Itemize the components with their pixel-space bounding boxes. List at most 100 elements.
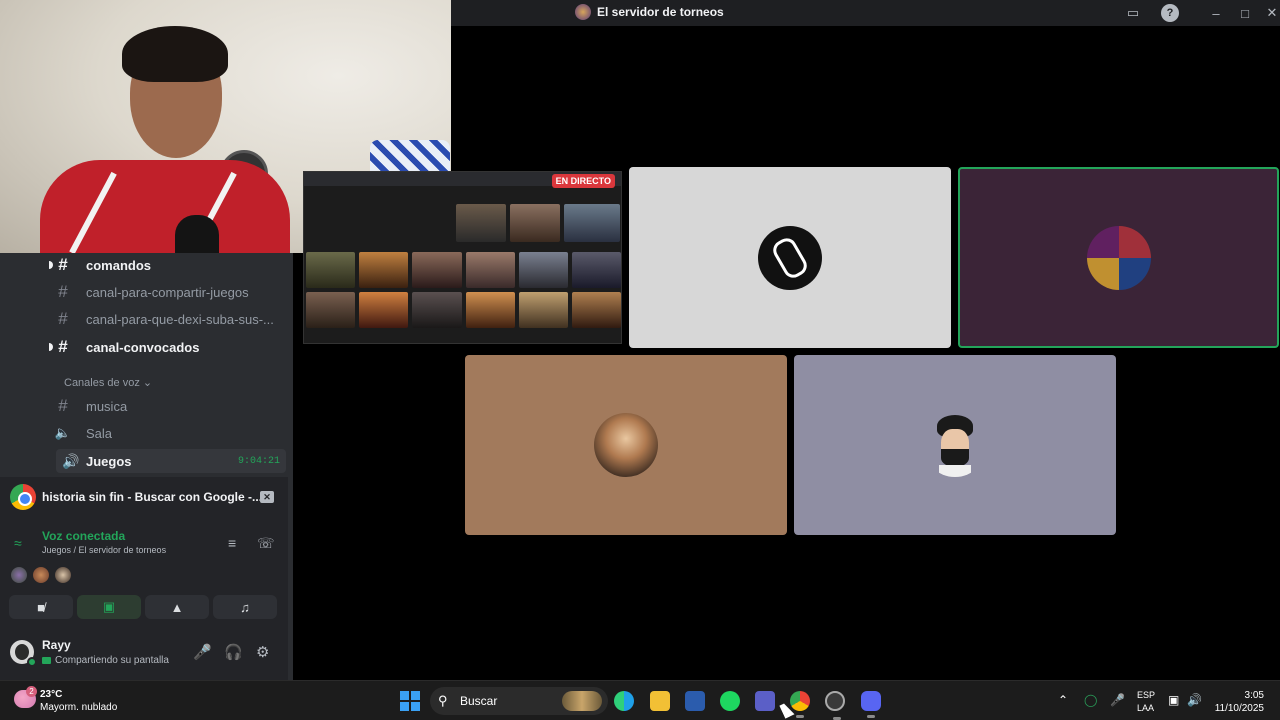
activities-button[interactable]: ▲ <box>145 595 209 619</box>
channel-label: canal-para-que-dexi-suba-sus-... <box>86 311 274 327</box>
channel-sala[interactable]: 🔈 Sala <box>52 421 112 445</box>
participant-tile[interactable] <box>629 167 951 348</box>
clock-date: 11/10/2025 <box>1214 703 1264 714</box>
microphone-icon[interactable]: 🎤 <box>193 643 212 661</box>
windows-taskbar: 2 23°C Mayorm. nublado ⚲ Buscar ⌃ ◯ 🎤 ES… <box>0 680 1280 720</box>
hash-icon: # <box>58 309 68 328</box>
channel-musica[interactable]: # musica <box>52 394 127 418</box>
teams-icon[interactable] <box>755 691 775 711</box>
headphones-icon[interactable]: 🎧 <box>224 643 243 661</box>
stream-preview-tile[interactable]: EN DIRECTO <box>303 171 622 344</box>
live-badge: EN DIRECTO <box>551 174 615 188</box>
stop-stream-icon[interactable]: ✕ <box>260 491 274 503</box>
channel-juegos[interactable]: 🔊 Juegos 9:04:21 <box>56 449 286 473</box>
system-clock[interactable]: 3:05 11/10/2025 <box>1215 689 1264 715</box>
signal-icon: ≈ <box>14 535 22 551</box>
disconnect-icon[interactable]: ☏ <box>257 535 275 552</box>
weather-temperature[interactable]: 23°C <box>40 689 62 700</box>
channel-comandos[interactable]: # comandos <box>49 253 151 277</box>
participant-avatar <box>758 225 822 290</box>
channel-convocados[interactable]: # canal-convocados <box>49 335 200 359</box>
channel-label: canal-convocados <box>86 339 200 355</box>
chevron-up-icon[interactable]: ⌃ <box>1058 693 1068 707</box>
webcam-person-hair <box>122 26 228 82</box>
image-thumbnail <box>306 252 356 288</box>
spotify-icon[interactable] <box>720 691 740 711</box>
file-explorer-icon[interactable] <box>650 691 670 711</box>
weather-badge: 2 <box>26 686 37 697</box>
screen-share-icon: ▣ <box>102 599 116 614</box>
tray-status-icon[interactable]: ◯ <box>1084 693 1097 707</box>
voice-status[interactable]: Voz conectada <box>42 529 125 543</box>
participant-tile-speaking[interactable] <box>958 167 1279 348</box>
maximize-button[interactable]: □ <box>1236 4 1254 22</box>
stream-share-bar[interactable]: historia sin fin - Buscar con Google -..… <box>0 477 288 517</box>
soundboard-button[interactable]: ♫ <box>213 595 277 619</box>
noise-suppression-icon[interactable]: ≡ <box>228 535 236 551</box>
volume-icon[interactable]: 🔊 <box>1187 693 1202 707</box>
channel-label: Juegos <box>86 453 132 469</box>
discord-icon[interactable] <box>861 691 881 718</box>
voice-category-header[interactable]: Canales de voz ⌄ <box>64 376 152 389</box>
inbox-icon[interactable]: ▭ <box>1124 4 1142 22</box>
voice-location: Juegos / El servidor de torneos <box>42 545 167 555</box>
window-titlebar: El servidor de torneos ▭ ? – □ ✕ <box>451 0 1280 26</box>
stream-share-label: historia sin fin - Buscar con Google -..… <box>42 490 263 504</box>
participant-avatar[interactable] <box>31 565 51 585</box>
screen-icon <box>42 657 51 664</box>
avatar-shirt <box>939 465 971 477</box>
participant-avatar <box>1086 225 1151 290</box>
channel-label: musica <box>86 398 128 414</box>
window-title-group: El servidor de torneos <box>575 4 724 20</box>
taskbar-search[interactable]: ⚲ Buscar <box>430 687 608 715</box>
hash-icon: # <box>58 282 68 301</box>
voice-connection-panel: ≈ Voz conectada Juegos / El servidor de … <box>0 517 288 625</box>
thread-hash-icon: # <box>58 337 68 356</box>
image-thumbnail <box>412 292 462 328</box>
word-icon[interactable] <box>685 691 705 711</box>
image-thumbnail <box>564 204 620 242</box>
language-indicator[interactable]: ESP <box>1137 690 1155 700</box>
screen-share-button[interactable]: ▣ <box>77 595 141 619</box>
participant-avatar[interactable] <box>9 565 29 585</box>
network-icon[interactable]: ▣ <box>1168 693 1179 707</box>
speaker-icon: 🔈 <box>54 425 72 440</box>
image-thumbnail <box>359 252 409 288</box>
image-thumbnail <box>465 292 515 328</box>
user-status-text: Compartiendo su pantalla <box>55 655 169 666</box>
soundboard-icon: ♫ <box>240 599 250 615</box>
channel-dexi[interactable]: # canal-para-que-dexi-suba-sus-... <box>52 307 274 331</box>
participant-avatar <box>594 413 658 477</box>
chrome-icon[interactable] <box>790 691 810 718</box>
channel-label: canal-para-compartir-juegos <box>86 284 249 300</box>
keyboard-layout-indicator[interactable]: LAA <box>1137 703 1154 713</box>
image-thumbnail <box>359 292 409 328</box>
close-button[interactable]: ✕ <box>1263 4 1280 22</box>
microphone-logo-icon <box>769 234 811 281</box>
microphone-in-use-icon[interactable]: 🎤 <box>1110 693 1125 707</box>
search-icon: ⚲ <box>438 693 448 708</box>
image-thumbnail <box>571 292 621 328</box>
help-icon[interactable]: ? <box>1161 4 1179 22</box>
camera-off-button[interactable]: ■̸ <box>9 595 73 619</box>
weather-condition[interactable]: Mayorm. nublado <box>40 702 117 713</box>
participant-avatar[interactable] <box>53 565 73 585</box>
image-thumbnail <box>456 204 506 242</box>
image-thumbnail <box>518 292 568 328</box>
camera-off-icon: ■̸ <box>37 599 45 615</box>
participant-tile[interactable] <box>465 355 787 535</box>
channel-compartir-juegos[interactable]: # canal-para-compartir-juegos <box>52 280 249 304</box>
obs-icon[interactable] <box>825 691 845 720</box>
search-highlight-image <box>562 691 602 711</box>
image-thumbnail <box>412 252 462 288</box>
image-thumbnail <box>571 252 621 288</box>
settings-gear-icon[interactable]: ⚙ <box>256 643 269 661</box>
image-thumbnail <box>510 204 560 242</box>
minimize-button[interactable]: – <box>1207 4 1225 22</box>
server-avatar-icon <box>575 4 591 20</box>
participant-tile[interactable] <box>794 355 1116 535</box>
edge-icon[interactable] <box>614 691 634 711</box>
username[interactable]: Rayy <box>42 638 71 652</box>
start-button-windows-icon[interactable] <box>400 691 420 711</box>
image-results-grid <box>304 252 621 328</box>
